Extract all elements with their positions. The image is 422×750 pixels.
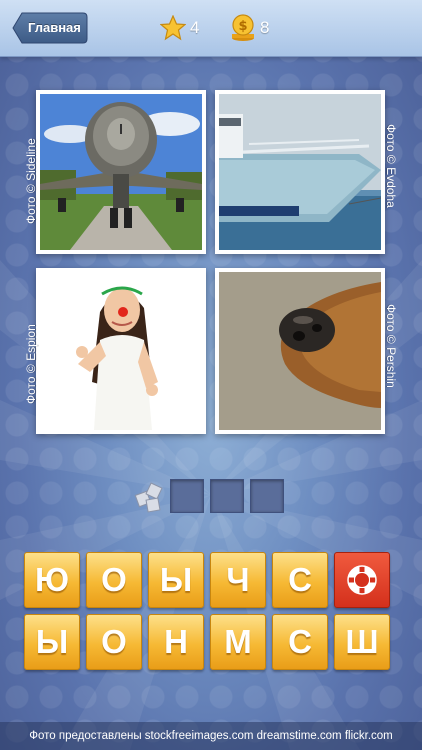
tile-row-1: Ю О Ы Ч С [24,552,402,608]
letter-tile[interactable]: О [86,614,142,670]
letter-tile[interactable]: О [86,552,142,608]
letter-tile[interactable]: Ы [24,614,80,670]
back-button[interactable]: Главная [12,12,88,44]
photo-credit-sideline: Фото © Sideline [24,138,38,224]
letter-tiles: Ю О Ы Ч С Ы О Н М С Ш [24,552,402,676]
letter-tile[interactable]: С [272,552,328,608]
photo-fighter-jet [36,90,206,254]
coins-count: 8 [260,18,270,37]
back-button-label: Главная [28,20,81,35]
photo-yacht [215,90,385,254]
letter-tile[interactable]: С [272,614,328,670]
lifebuoy-icon [347,565,377,595]
stars-counter: 4 [160,14,199,42]
letter-tile[interactable]: Ю [24,552,80,608]
photo-woman-clown-nose [36,268,206,434]
answer-slot-2[interactable] [210,479,244,513]
coins-counter: $ 8 [230,14,269,42]
photo-credit-espion: Фото © Espion [24,324,38,404]
answer-slot-3[interactable] [250,479,284,513]
photo-sources-footer: Фото предоставлены stockfreeimages.com d… [0,722,422,750]
photo-credit-evdoha: Фото © Evdoha [384,124,398,208]
answer-row [134,479,284,513]
answer-slot-1[interactable] [170,479,204,513]
letter-blocks-icon[interactable] [134,479,164,513]
stars-count: 4 [190,18,200,37]
letter-tile[interactable]: Н [148,614,204,670]
photo-credit-pershin: Фото © Pershin [384,304,398,388]
letter-tile[interactable]: Ы [148,552,204,608]
svg-text:$: $ [238,19,247,34]
letter-tile[interactable]: Ш [334,614,390,670]
letter-tile[interactable]: М [210,614,266,670]
top-bar: Главная 4 $ 8 [0,0,422,57]
coin-stack-icon: $ [232,14,254,41]
photo-dog-nose [215,268,385,434]
help-button[interactable] [334,552,390,608]
star-icon [160,15,186,41]
tile-row-2: Ы О Н М С Ш [24,614,402,670]
letter-tile[interactable]: Ч [210,552,266,608]
